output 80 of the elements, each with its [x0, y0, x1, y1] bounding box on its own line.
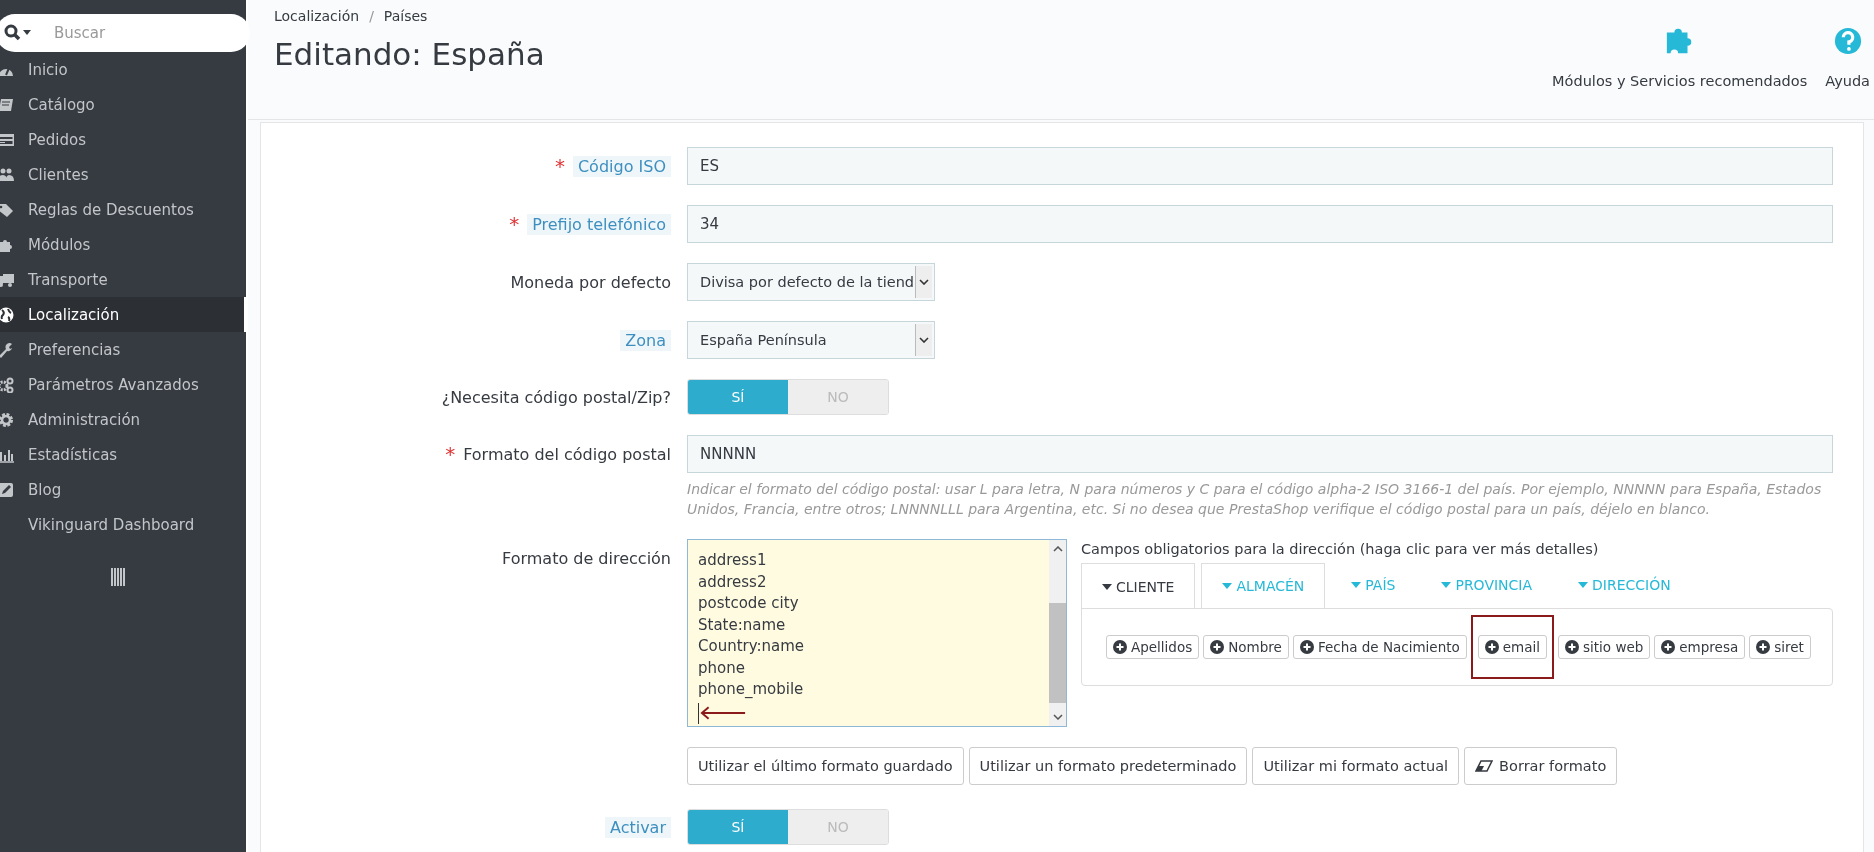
sidebar-item[interactable]: Localización — [0, 297, 248, 332]
field-chip[interactable]: Fecha de Nacimiento — [1292, 635, 1467, 659]
users-icon — [0, 166, 14, 183]
caret-icon — [1351, 582, 1362, 588]
breadcrumb-link[interactable]: Localización — [274, 8, 360, 24]
field-chip[interactable]: empresa — [1654, 635, 1746, 659]
section-caption: Campos obligatorios para la dirección (haga clic para ver más detalles) — [1081, 540, 1600, 557]
plus-circle-icon — [1565, 640, 1579, 654]
scroll-down-icon[interactable] — [1052, 714, 1063, 720]
sidebar-item[interactable]: Inicio — [0, 52, 246, 87]
scrollbar[interactable] — [1049, 540, 1066, 726]
sidebar-item[interactable]: Clientes — [0, 157, 246, 192]
address-textarea[interactable]: address1 address2 postcode city State:name Country:name phone phone_mobile — [687, 539, 1067, 727]
sidebar-item[interactable]: Preferencias — [0, 332, 246, 367]
required-mark: * — [509, 212, 520, 236]
tab[interactable]: CLIENTE — [1081, 563, 1196, 609]
sidebar-item[interactable]: Pedidos — [0, 122, 246, 157]
format-button[interactable]: Utilizar mi formato actual — [1252, 747, 1460, 785]
caret-icon — [919, 337, 929, 343]
help-text: Indicar el formato del código postal: usar L para letra, N para números y C para el código alpha-2 ISO 3166-1 del país. Por ejemplo, NNNNN para España, Estados Unidos, Francia, entre otros; LNNNNLLL para Argentina, etc. Si no desea que PrestaShop verifique el código postal para un país, déjelo en blanco. — [687, 480, 1823, 519]
sidebar-item[interactable]: Administración — [0, 402, 246, 437]
field-label: Moneda por defecto — [510, 272, 671, 292]
field-chip[interactable]: siret — [1749, 635, 1811, 659]
collapse-icon[interactable] — [111, 568, 125, 586]
sidebar-item[interactable]: Catálogo — [0, 87, 246, 122]
field-label: Formato del código postal — [463, 444, 671, 464]
truck-icon — [0, 271, 14, 288]
caret-icon — [1102, 583, 1112, 590]
page-title: Editando: España — [274, 36, 545, 72]
sidebar-item[interactable]: Blog — [0, 472, 246, 507]
plus-circle-icon — [1756, 640, 1771, 654]
field-label: Formato de dirección — [502, 549, 671, 568]
plus-circle-icon — [1113, 640, 1127, 654]
select-field[interactable]: Divisa por defecto de la tiend — [687, 263, 935, 301]
caret-icon — [919, 279, 929, 285]
plus-circle-icon — [1661, 640, 1676, 654]
help-icon — [1833, 27, 1862, 55]
field-chip[interactable]: Apellidos — [1106, 635, 1200, 659]
plus-circle-icon — [1210, 640, 1225, 654]
annotation-arrow — [699, 705, 747, 721]
cogs-icon — [0, 376, 14, 393]
scroll-up-icon[interactable] — [1052, 546, 1063, 552]
plus-circle-icon — [1299, 640, 1314, 654]
sidebar-item[interactable]: Vikinguard Dashboard — [0, 507, 246, 542]
field-label: Código ISO — [572, 155, 671, 177]
field-label: Prefijo telefónico — [527, 213, 671, 235]
wrench-icon — [0, 341, 14, 358]
format-button[interactable]: Utilizar el último formato guardado — [687, 747, 964, 785]
field-chip[interactable]: email — [1477, 635, 1547, 659]
sidebar-item[interactable]: Módulos — [0, 227, 246, 262]
sidebar-item[interactable]: Parámetros Avanzados — [0, 367, 246, 402]
caret-icon — [1222, 583, 1233, 589]
field-chip[interactable]: Nombre — [1203, 635, 1289, 659]
globe-icon — [0, 306, 14, 323]
sidebar-item[interactable]: Transporte — [0, 262, 246, 297]
text-field[interactable]: 34 — [687, 205, 1833, 243]
required-mark: * — [554, 154, 565, 178]
format-button[interactable]: Utilizar un formato predeterminado — [968, 747, 1248, 785]
required-mark: * — [445, 442, 456, 466]
breadcrumb-separator: / — [369, 8, 374, 24]
search-icon[interactable] — [4, 24, 32, 42]
toolbar-button[interactable]: Módulos y Servicios recomendados — [1552, 25, 1808, 89]
eraser-icon — [1475, 760, 1494, 772]
field-label: ¿Necesita código postal/Zip? — [441, 387, 671, 407]
caret-icon — [1578, 582, 1589, 588]
select-field[interactable]: España Península — [687, 321, 935, 359]
sidebar-item[interactable]: Estadísticas — [0, 437, 246, 472]
text-field[interactable]: NNNNN — [687, 435, 1833, 473]
breadcrumb-item: Países — [383, 8, 428, 24]
plus-circle-icon — [1484, 640, 1499, 654]
search-field[interactable]: Buscar — [0, 14, 250, 52]
text-field[interactable]: ES — [687, 147, 1833, 185]
caret-icon — [1441, 582, 1452, 588]
field-label: Zona — [620, 329, 671, 351]
field-label: Activar — [604, 816, 671, 838]
gear-icon — [0, 411, 14, 428]
format-button[interactable]: Borrar formato — [1464, 747, 1618, 785]
field-chip[interactable]: sitio web — [1558, 635, 1651, 659]
sidebar-item[interactable]: Reglas de Descuentos — [0, 192, 246, 227]
toolbar-button[interactable]: Ayuda — [1825, 27, 1870, 89]
